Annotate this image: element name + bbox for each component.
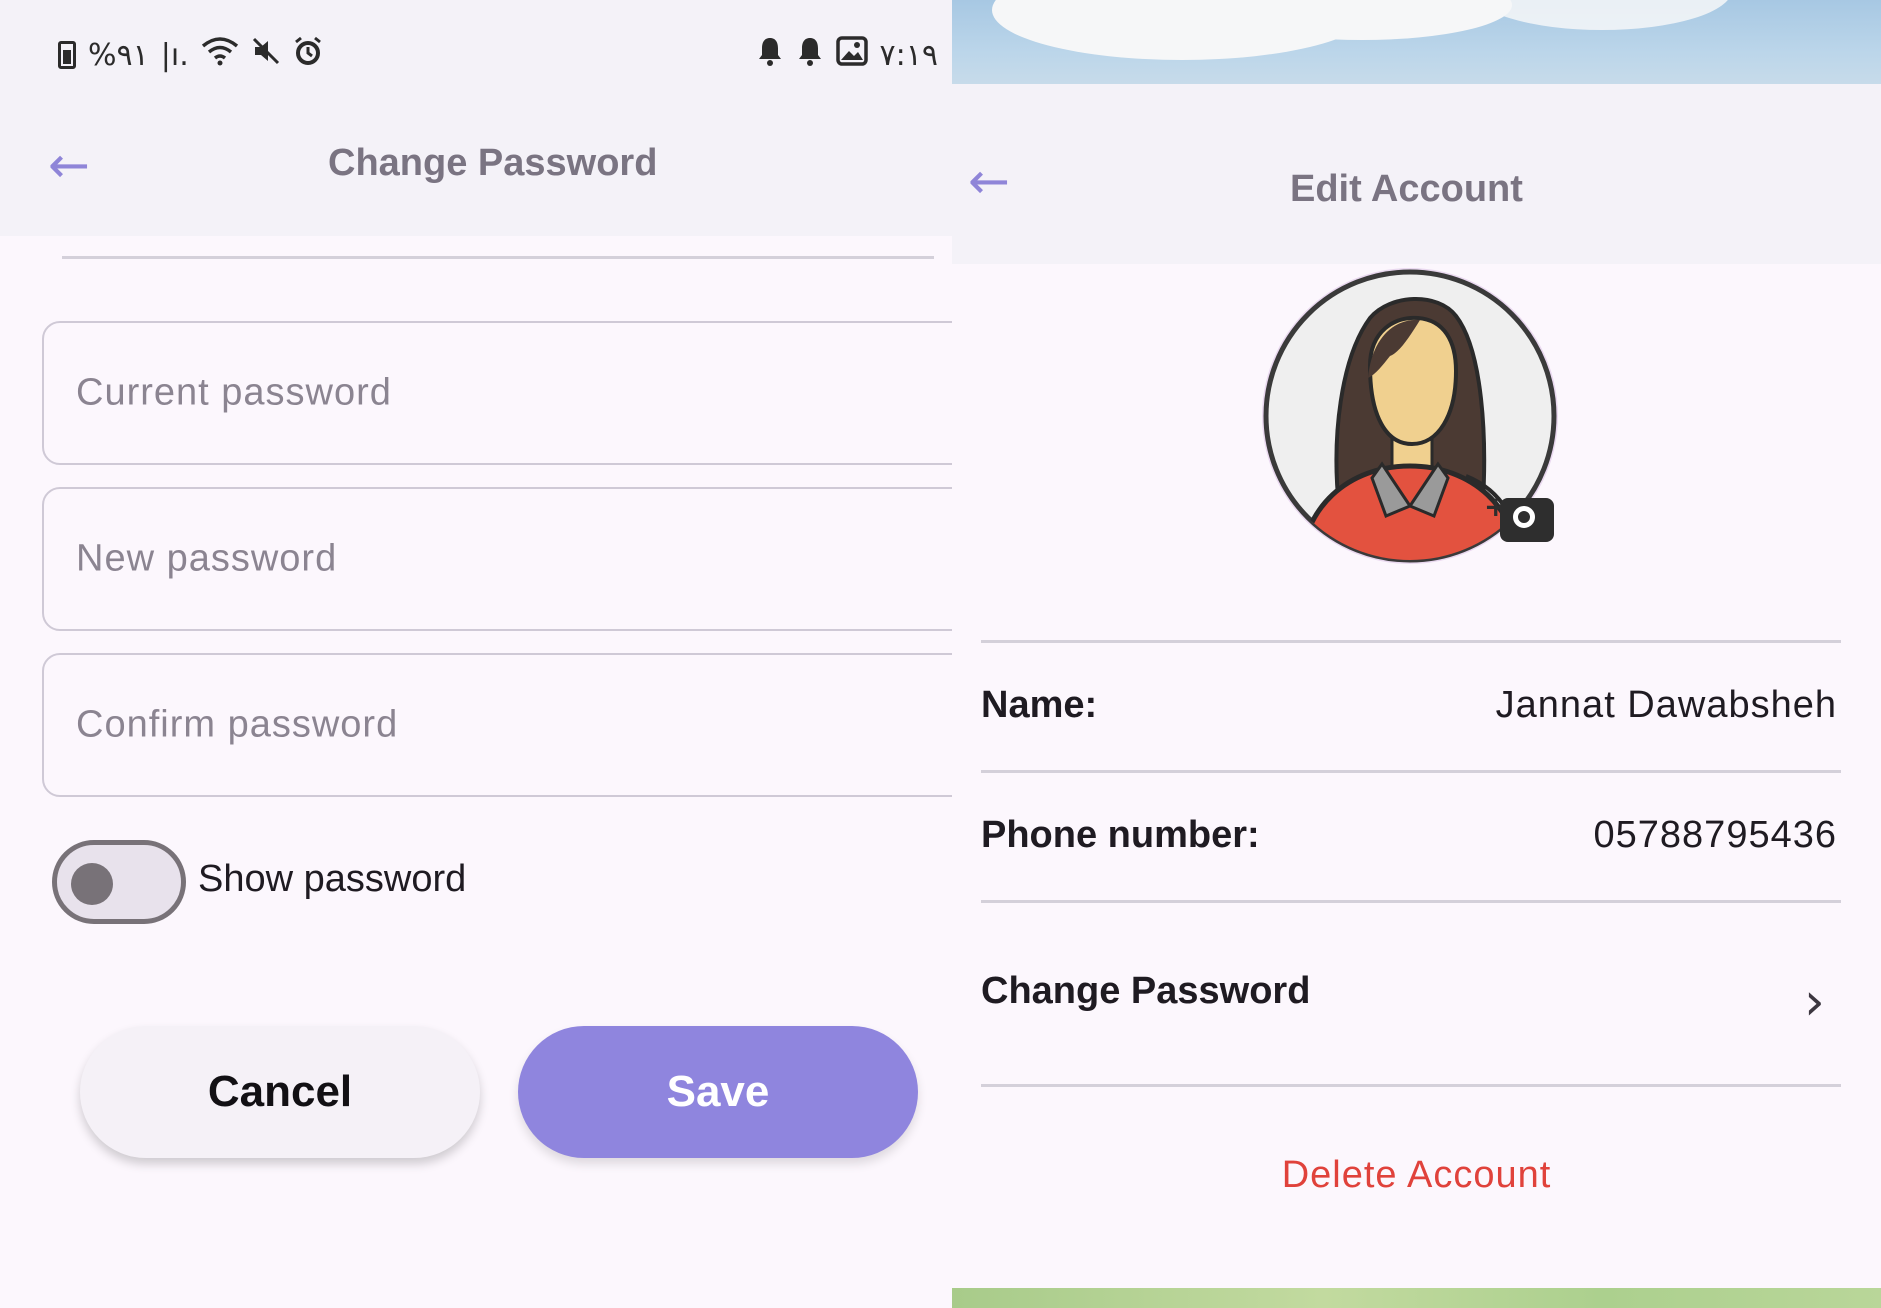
app-bar: ← Change Password (0, 112, 952, 236)
cancel-button[interactable]: Cancel (80, 1026, 480, 1158)
divider (981, 900, 1841, 903)
signal-icon: |ı. (160, 37, 189, 73)
camera-icon[interactable] (1500, 498, 1554, 542)
back-arrow-icon[interactable]: ← (48, 140, 90, 190)
delete-account-button[interactable]: Delete Account (952, 1154, 1881, 1197)
alarm-icon (293, 36, 323, 74)
wallpaper-sky (952, 0, 1881, 90)
divider (981, 1084, 1841, 1087)
notification-bell-icon (756, 36, 784, 74)
wifi-icon (201, 36, 239, 74)
page-title: Change Password (328, 142, 658, 184)
wallpaper-grass (952, 1288, 1881, 1308)
clock-time: ٧:١٩ (879, 37, 938, 73)
cloud (1472, 0, 1732, 30)
app-bar: ← Edit Account (952, 100, 1881, 264)
name-value: Jannat Dawabsheh (1495, 684, 1837, 726)
change-password-label: Change Password (981, 970, 1311, 1012)
current-password-placeholder: Current password (76, 371, 392, 414)
new-password-placeholder: New password (76, 537, 338, 580)
status-bar: %٩١ |ı. ٧:١٩ (0, 0, 952, 112)
back-arrow-icon[interactable]: ← (968, 156, 1010, 206)
page-title: Edit Account (1290, 168, 1523, 210)
status-right: ٧:١٩ (756, 36, 938, 74)
screenshot-canvas: %٩١ |ı. ٧:١٩ ← Change Password Current p… (0, 0, 1881, 1308)
divider (62, 256, 934, 259)
save-button[interactable]: Save (518, 1026, 918, 1158)
change-password-row[interactable]: Change Password (981, 930, 1841, 1050)
divider (981, 770, 1841, 773)
divider (981, 640, 1841, 643)
gallery-icon (835, 36, 868, 74)
toggle-knob (71, 863, 113, 905)
status-bar-partial (952, 84, 1881, 100)
phone-label: Phone number: (981, 814, 1260, 856)
new-password-field[interactable]: New password (42, 487, 952, 631)
notification-bell-icon-2 (796, 36, 824, 74)
edit-account-screen: ← Edit Account + Name: Jannat Dawabsheh … (952, 0, 1881, 1308)
phone-value: 05788795436 (1593, 814, 1837, 856)
chevron-right-icon: › (1804, 972, 1825, 1032)
name-label: Name: (981, 684, 1098, 726)
status-left: %٩١ |ı. (58, 36, 323, 74)
confirm-password-field[interactable]: Confirm password (42, 653, 952, 797)
confirm-password-placeholder: Confirm password (76, 703, 399, 746)
current-password-field[interactable]: Current password (42, 321, 952, 465)
show-password-label: Show password (198, 858, 467, 900)
battery-percent: %٩١ (88, 37, 149, 73)
change-password-screen: %٩١ |ı. ٧:١٩ ← Change Password Current p… (0, 0, 952, 1308)
mute-icon (251, 36, 281, 74)
show-password-toggle[interactable] (52, 840, 186, 924)
battery-icon (58, 41, 76, 69)
